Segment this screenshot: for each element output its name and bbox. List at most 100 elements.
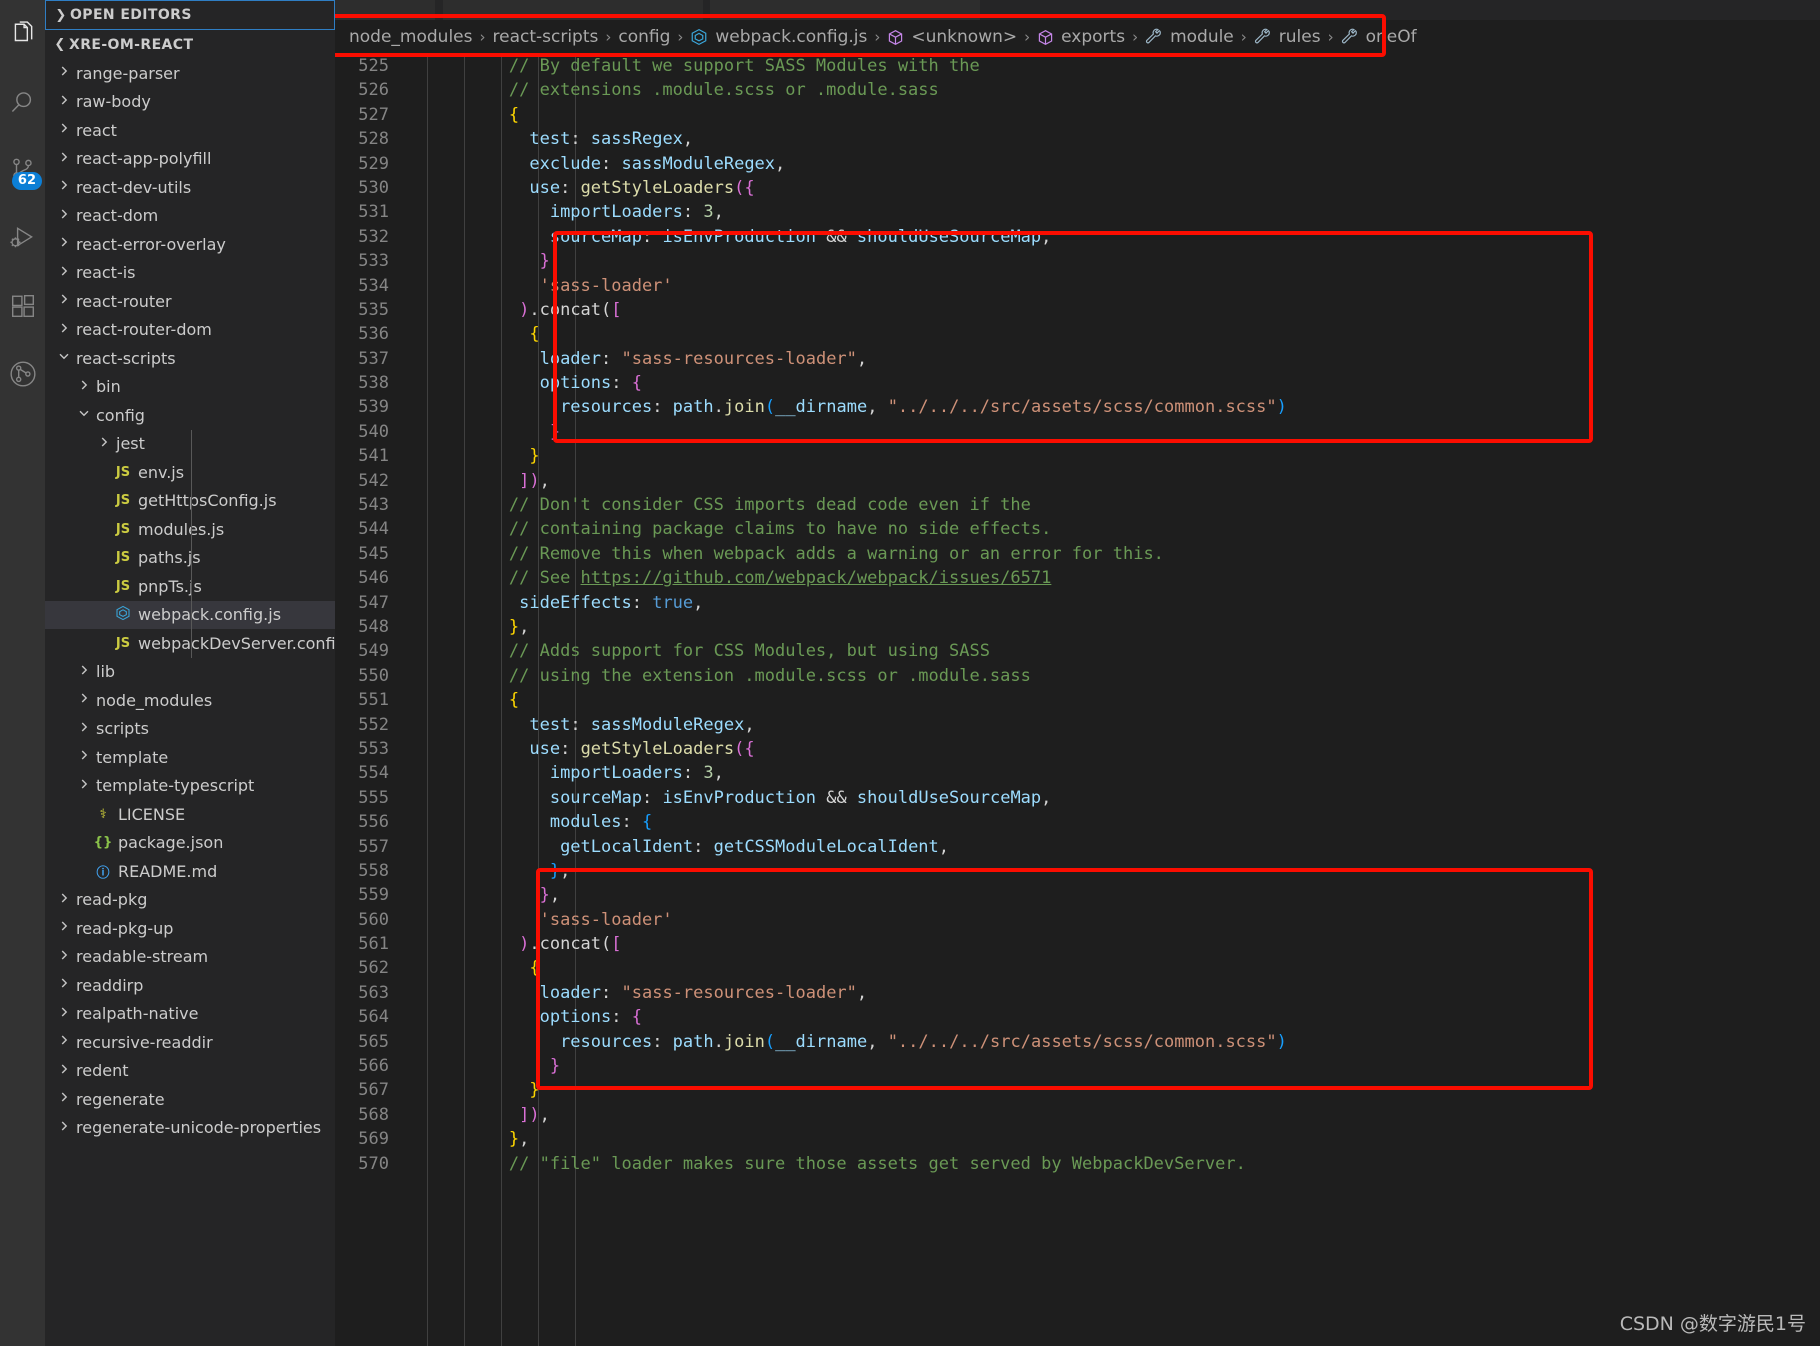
code-line[interactable]: 559 }, (335, 883, 1820, 907)
tree-item[interactable]: range-parser (45, 59, 335, 88)
code-line[interactable]: 552 test: sassModuleRegex, (335, 713, 1820, 737)
chevron-down-icon[interactable] (75, 407, 92, 423)
code-line[interactable]: 531 importLoaders: 3, (335, 200, 1820, 224)
breadcrumb-item[interactable]: module (1145, 27, 1234, 47)
tree-item[interactable]: webpack.config.js (45, 600, 335, 629)
chevron-right-icon[interactable] (75, 721, 92, 737)
chevron-right-icon[interactable] (55, 1091, 72, 1107)
chevron-right-icon[interactable] (55, 977, 72, 993)
tree-item[interactable]: JS modules.js (45, 515, 335, 544)
tree-item[interactable]: lib (45, 658, 335, 687)
chevron-right-icon[interactable] (95, 436, 112, 452)
tree-item[interactable]: template (45, 743, 335, 772)
tree-item[interactable]: bin (45, 373, 335, 402)
code-line[interactable]: 541 } (335, 444, 1820, 468)
code-line[interactable]: 562 { (335, 956, 1820, 980)
code-line[interactable]: 535 ).concat([ (335, 298, 1820, 322)
tree-item[interactable]: react-scripts (45, 344, 335, 373)
tab-placeholder[interactable] (335, 0, 435, 20)
tree-item[interactable]: redent (45, 1057, 335, 1086)
code-line[interactable]: 525 // By default we support SASS Module… (335, 54, 1820, 78)
tree-item[interactable]: jest (45, 430, 335, 459)
chevron-right-icon[interactable] (55, 1063, 72, 1079)
breadcrumb-item[interactable]: node_modules (349, 27, 473, 47)
chevron-right-icon[interactable] (55, 265, 72, 281)
tree-item[interactable]: config (45, 401, 335, 430)
tree-item[interactable]: JS pnpTs.js (45, 572, 335, 601)
activity-item-gitlens[interactable] (0, 340, 45, 408)
open-editors-section-header[interactable]: ❯ OPEN EDITORS (45, 0, 335, 30)
breadcrumb-item[interactable]: oneOf (1341, 27, 1417, 47)
tab-placeholder[interactable] (443, 0, 703, 20)
tree-item[interactable]: template-typescript (45, 772, 335, 801)
code-line[interactable]: 554 importLoaders: 3, (335, 761, 1820, 785)
tree-item[interactable]: react-dev-utils (45, 173, 335, 202)
code-line[interactable]: 557 getLocalIdent: getCSSModuleLocalIden… (335, 835, 1820, 859)
code-line[interactable]: 526 // extensions .module.scss or .modul… (335, 78, 1820, 102)
code-line[interactable]: 542 ]), (335, 469, 1820, 493)
code-line[interactable]: 558 }, (335, 859, 1820, 883)
breadcrumb[interactable]: node_modules › react-scripts › config › webpac… (335, 20, 1820, 54)
code-line[interactable]: 563 loader: "sass-resources-loader", (335, 981, 1820, 1005)
chevron-right-icon[interactable] (55, 949, 72, 965)
code-line[interactable]: 546 // See https://github.com/webpack/we… (335, 566, 1820, 590)
tree-item[interactable]: react-app-polyfill (45, 145, 335, 174)
code-line[interactable]: 551 { (335, 688, 1820, 712)
tree-item[interactable]: regenerate (45, 1085, 335, 1114)
code-line[interactable]: 550 // using the extension .module.scss … (335, 664, 1820, 688)
code-line[interactable]: 532 sourceMap: isEnvProduction && should… (335, 225, 1820, 249)
code-line[interactable]: 565 resources: path.join(__dirname, "../… (335, 1030, 1820, 1054)
chevron-right-icon[interactable] (55, 65, 72, 81)
tree-item[interactable]: react-dom (45, 202, 335, 231)
code-editor[interactable]: 525 // By default we support SASS Module… (335, 54, 1820, 1346)
tree-item[interactable]: react (45, 116, 335, 145)
breadcrumb-item[interactable]: <unknown> (887, 27, 1017, 47)
code-line[interactable]: 561 ).concat([ (335, 932, 1820, 956)
project-section-header[interactable]: ❮ XRE-OM-REACT (45, 30, 335, 59)
activity-item-search[interactable] (0, 68, 45, 136)
breadcrumb-item[interactable]: rules (1254, 27, 1321, 47)
code-line[interactable]: 567 } (335, 1078, 1820, 1102)
chevron-right-icon[interactable] (55, 1034, 72, 1050)
chevron-right-icon[interactable] (75, 749, 92, 765)
code-line[interactable]: 569 }, (335, 1127, 1820, 1151)
chevron-right-icon[interactable] (55, 236, 72, 252)
code-line[interactable]: 533 }, (335, 249, 1820, 273)
code-line[interactable]: 538 options: { (335, 371, 1820, 395)
tree-item[interactable]: recursive-readdir (45, 1028, 335, 1057)
chevron-right-icon[interactable] (55, 208, 72, 224)
code-line[interactable]: 536 { (335, 322, 1820, 346)
activity-item-extensions[interactable] (0, 272, 45, 340)
chevron-right-icon[interactable] (55, 1120, 72, 1136)
breadcrumb-item[interactable]: webpack.config.js (690, 27, 867, 47)
tree-item[interactable]: JS getHttpsConfig.js (45, 487, 335, 516)
chevron-right-icon[interactable] (55, 151, 72, 167)
tree-item[interactable]: react-is (45, 259, 335, 288)
chevron-down-icon[interactable] (55, 350, 72, 366)
chevron-right-icon[interactable] (55, 1006, 72, 1022)
code-line[interactable]: 566 } (335, 1054, 1820, 1078)
tree-item[interactable]: ⓘ README.md (45, 857, 335, 886)
chevron-right-icon[interactable] (75, 778, 92, 794)
code-line[interactable]: 534 'sass-loader' (335, 274, 1820, 298)
chevron-right-icon[interactable] (55, 293, 72, 309)
code-line[interactable]: 560 'sass-loader' (335, 908, 1820, 932)
code-line[interactable]: 555 sourceMap: isEnvProduction && should… (335, 786, 1820, 810)
tree-item[interactable]: realpath-native (45, 1000, 335, 1029)
tree-item[interactable]: react-router-dom (45, 316, 335, 345)
code-line[interactable]: 549 // Adds support for CSS Modules, but… (335, 639, 1820, 663)
tree-item[interactable]: regenerate-unicode-properties (45, 1114, 335, 1143)
tree-item[interactable]: scripts (45, 715, 335, 744)
tree-item[interactable]: read-pkg (45, 886, 335, 915)
breadcrumb-item[interactable]: config (618, 27, 670, 47)
file-tree[interactable]: range-parser raw-body react react-app-polyf… (45, 59, 335, 1346)
code-line[interactable]: 547 sideEffects: true, (335, 591, 1820, 615)
activity-item-source-control[interactable]: 62 (0, 136, 45, 204)
activity-item-run-and-debug[interactable] (0, 204, 45, 272)
tree-item[interactable]: react-router (45, 287, 335, 316)
activity-item-explorer[interactable] (0, 0, 45, 68)
tree-item[interactable]: JS webpackDevServer.config.js (45, 629, 335, 658)
tree-item[interactable]: ⚕ LICENSE (45, 800, 335, 829)
code-line[interactable]: 548 }, (335, 615, 1820, 639)
tree-item[interactable]: JS env.js (45, 458, 335, 487)
